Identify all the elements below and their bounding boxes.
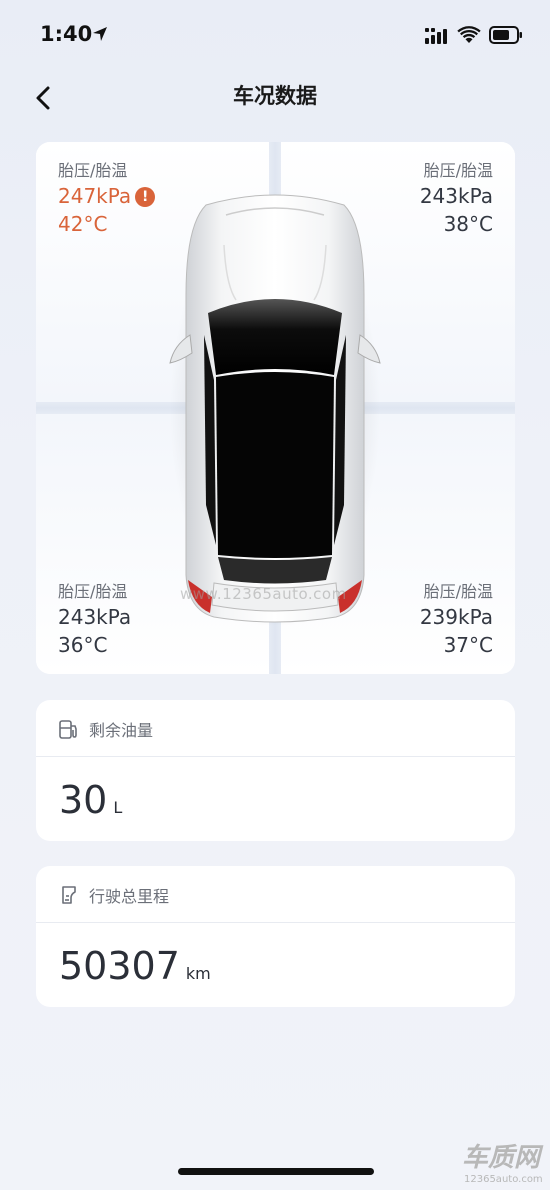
tire-pressure: 239kPa [419,605,493,629]
battery-icon [489,26,522,44]
fuel-value-row: 30 L [59,777,122,831]
mileage-value: 50307 [59,944,180,988]
tire-temperature: 42°C [58,212,108,236]
fuel-unit: L [113,798,123,817]
tire-label: 胎压/胎温 [423,582,493,601]
tire-front-right: 胎压/胎温 243kPa 38°C [420,160,493,238]
brand-logo: 车质网 [462,1143,541,1173]
location-arrow-icon [93,27,107,41]
mileage-unit: km [185,964,211,983]
mileage-value-row: 50307 km [59,943,211,997]
fuel-card-header: 剩余油量 [36,700,515,757]
fuel-title: 剩余油量 [89,721,154,740]
odometer-icon [62,886,76,904]
mileage-card: 行驶总里程 50307 km [36,866,515,1007]
tire-label: 胎压/胎温 [58,582,128,601]
status-time: 1:40 [40,22,93,46]
mileage-card-header: 行驶总里程 [36,866,515,923]
tire-temperature: 37°C [443,633,493,657]
fuel-card-body: 30 L [36,757,515,841]
tire-temperature: 36°C [58,633,108,657]
fuel-card: 剩余油量 30 L [36,700,515,841]
warning-icon: ! [135,187,156,207]
wifi-icon [457,26,481,43]
fuel-pump-icon [59,720,77,739]
brand-site: 12365auto.com [464,1174,543,1185]
tire-pressure: 243kPa [419,184,493,208]
tire-rear-left: 胎压/胎温 243kPa 36°C [58,581,131,659]
tire-rear-right: 胎压/胎温 239kPa 37°C [420,581,493,659]
cellular-signal-icon [425,28,447,44]
tire-pressure: 243kPa [58,605,132,629]
tire-label: 胎压/胎温 [58,161,128,180]
home-indicator[interactable] [178,1168,374,1175]
fuel-value: 30 [59,778,108,822]
watermark-text: www.12365auto.com [180,585,347,603]
tire-pressure: 247kPa [58,184,132,208]
mileage-card-body: 50307 km [36,923,515,1007]
page-title: 车况数据 [233,84,317,108]
tire-front-left: 胎压/胎温 247kPa! 42°C [58,160,156,238]
status-bar: 1:40 [0,0,550,70]
mileage-title: 行驶总里程 [89,887,170,906]
car-top-view-image [169,190,381,625]
tire-temperature: 38°C [443,212,493,236]
tire-pressure-row: 247kPa! [58,182,156,210]
tire-label: 胎压/胎温 [423,161,493,180]
